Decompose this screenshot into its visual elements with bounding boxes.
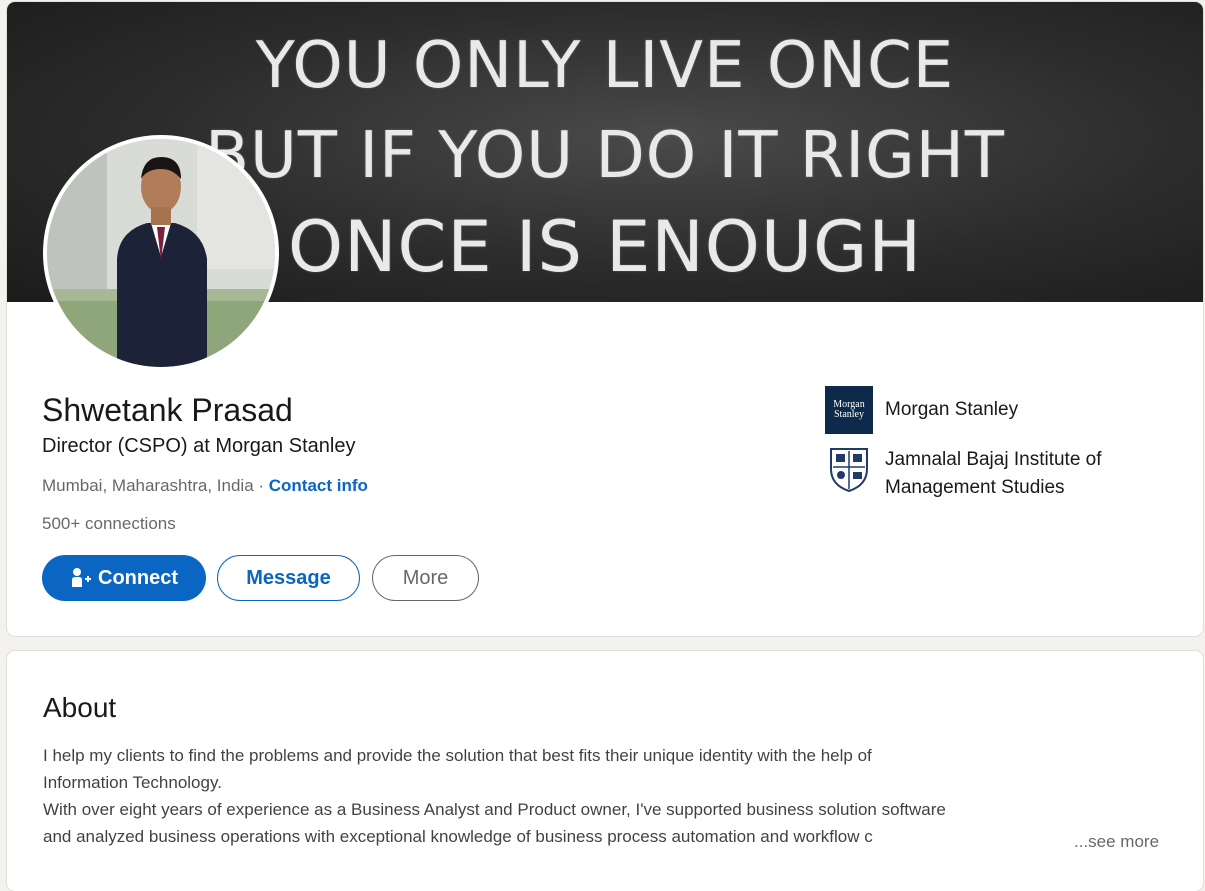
message-button-label: Message — [246, 566, 331, 589]
education-school-name: Jamnalal Bajaj Institute of Management S… — [885, 449, 1102, 498]
connect-button[interactable]: Connect — [42, 555, 206, 601]
education-school[interactable]: Jamnalal Bajaj Institute of Management S… — [825, 445, 1145, 502]
profile-card: YOU ONLY LIVE ONCE BUT IF YOU DO IT RIGH… — [7, 2, 1203, 636]
connections-count[interactable]: 500+ connections — [42, 514, 176, 534]
about-line-2: Information Technology. — [43, 773, 222, 792]
message-button[interactable]: Message — [217, 555, 360, 601]
morgan-stanley-logo-icon: Morgan Stanley — [825, 386, 873, 434]
more-button[interactable]: More — [372, 555, 479, 601]
connect-button-label: Connect — [98, 566, 178, 589]
about-line-1: I help my clients to find the problems a… — [43, 746, 872, 765]
about-card: About I help my clients to find the prob… — [7, 651, 1203, 891]
location-separator: · — [253, 476, 269, 495]
school-crest-icon — [830, 448, 868, 493]
more-button-label: More — [402, 566, 449, 589]
current-company[interactable]: Morgan Stanley Morgan Stanley — [825, 386, 1145, 434]
profile-avatar[interactable] — [43, 135, 279, 371]
profile-location-row: Mumbai, Maharashtra, India · Contact inf… — [42, 476, 368, 496]
logo-text-stanley: Stanley — [834, 409, 864, 420]
contact-info-link[interactable]: Contact info — [269, 476, 368, 495]
avatar-photo-icon — [47, 139, 275, 367]
about-text: I help my clients to find the problems a… — [43, 742, 1183, 850]
profile-headline: Director (CSPO) at Morgan Stanley — [42, 435, 356, 457]
about-line-4: and analyzed business operations with ex… — [43, 827, 873, 846]
current-company-name: Morgan Stanley — [885, 399, 1019, 420]
profile-location: Mumbai, Maharashtra, India — [42, 476, 254, 495]
banner-quote-line-1: YOU ONLY LIVE ONCE — [255, 29, 955, 103]
profile-name: Shwetank Prasad — [42, 392, 293, 428]
see-more-link[interactable]: ...see more — [1070, 832, 1160, 852]
about-title: About — [43, 692, 117, 723]
about-line-3: With over eight years of experience as a… — [43, 800, 946, 819]
person-add-icon — [72, 568, 91, 587]
